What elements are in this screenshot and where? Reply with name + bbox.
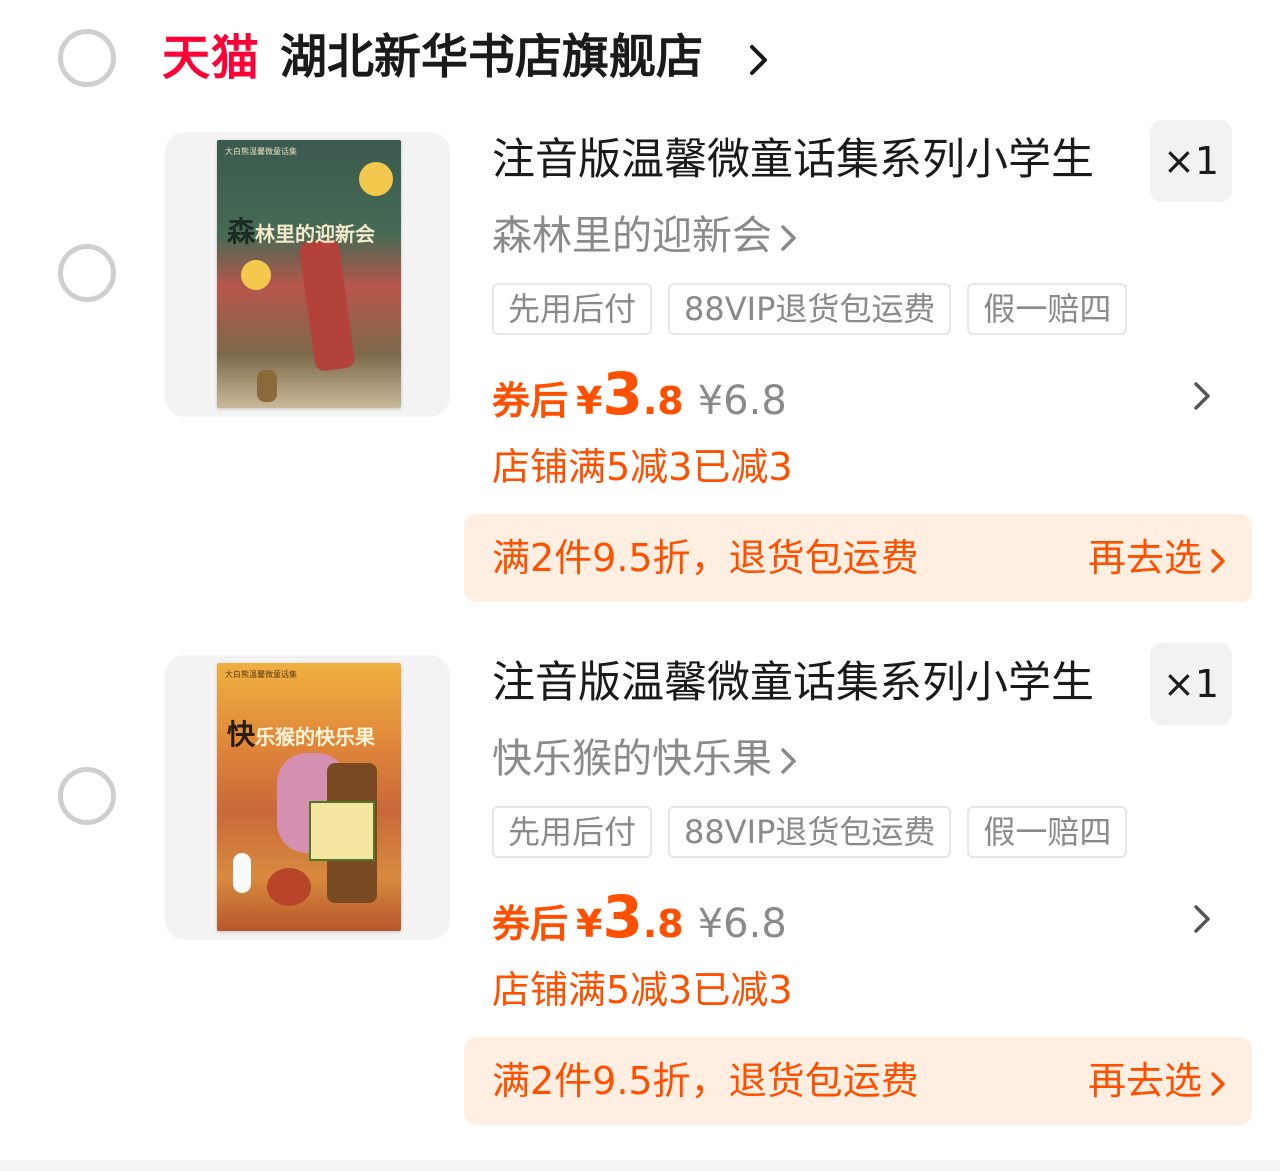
- currency-symbol: ¥: [576, 902, 603, 946]
- price-integer: 3: [602, 883, 643, 951]
- service-tags: 先用后付 88VIP退货包运费 假一赔四: [492, 283, 1128, 335]
- bottom-divider: [0, 1160, 1280, 1171]
- quantity-selector[interactable]: ×1: [1150, 120, 1232, 202]
- store-discount-text: 店铺满5减3已减3: [492, 968, 793, 1012]
- sku-label: 快乐猴的快乐果: [492, 736, 772, 782]
- sku-selector[interactable]: 快乐猴的快乐果: [492, 733, 798, 785]
- price-integer: 3: [602, 360, 643, 428]
- sku-label: 森林里的迎新会: [492, 213, 772, 259]
- sku-selector[interactable]: 森林里的迎新会: [492, 210, 798, 262]
- tag-88vip-return: 88VIP退货包运费: [668, 806, 952, 858]
- product-title[interactable]: 注音版温馨微童话集系列小学生: [492, 655, 1094, 711]
- product-title[interactable]: 注音版温馨微童话集系列小学生: [492, 132, 1094, 188]
- tag-fake-compensation: 假一赔四: [967, 806, 1128, 858]
- original-price: ¥6.8: [697, 378, 787, 424]
- item-select-radio[interactable]: [58, 244, 116, 302]
- quantity-selector[interactable]: ×1: [1150, 643, 1232, 725]
- cart-item: 大白熊温馨微童话集 快乐猴的快乐果 注音版温馨微童话集系列小学生 ×1 快乐猴的…: [0, 523, 1280, 1125]
- chevron-right-icon: [1211, 1071, 1225, 1096]
- chevron-right-icon[interactable]: [1192, 380, 1212, 412]
- promo-bar[interactable]: 满2件9.5折，退货包运费 再去选: [464, 1037, 1252, 1125]
- cover-title-initial: 快: [227, 718, 256, 751]
- product-thumbnail[interactable]: 大白熊温馨微童话集 森林里的迎新会: [165, 132, 450, 417]
- product-thumbnail[interactable]: 大白熊温馨微童话集 快乐猴的快乐果: [165, 655, 450, 940]
- original-price: ¥6.8: [697, 901, 787, 947]
- tag-fake-compensation: 假一赔四: [967, 283, 1128, 335]
- cart-item: 大白熊温馨微童话集 森林里的迎新会 注音版温馨微童话集系列小学生 ×1 森林里的…: [0, 0, 1280, 602]
- price-row[interactable]: 券后 ¥3.8 ¥6.8: [492, 360, 787, 430]
- promo-text: 满2件9.5折，退货包运费: [492, 1059, 919, 1103]
- chevron-right-icon[interactable]: [1192, 903, 1212, 935]
- store-discount-text: 店铺满5减3已减3: [492, 445, 793, 489]
- currency-symbol: ¥: [576, 379, 603, 423]
- book-cover-image: 大白熊温馨微童话集 森林里的迎新会: [217, 140, 401, 408]
- coupon-price-label: 券后: [492, 902, 569, 946]
- cover-title-text: 林里的迎新会: [255, 222, 376, 246]
- tag-88vip-return: 88VIP退货包运费: [668, 283, 952, 335]
- cover-title-initial: 森: [227, 215, 256, 248]
- chevron-right-icon: [781, 225, 796, 251]
- cart-page: 天猫 湖北新华书店旗舰店 大白熊温馨微童话集 森林里的迎新会 注音版温馨微童话集…: [0, 0, 1280, 1171]
- book-cover-image: 大白熊温馨微童话集 快乐猴的快乐果: [217, 663, 401, 931]
- service-tags: 先用后付 88VIP退货包运费 假一赔四: [492, 806, 1128, 858]
- promo-link-label: 再去选: [1087, 1059, 1202, 1103]
- cover-title-text: 乐猴的快乐果: [255, 725, 376, 749]
- price-row[interactable]: 券后 ¥3.8 ¥6.8: [492, 883, 787, 953]
- promo-go-select-link[interactable]: 再去选: [1088, 1055, 1226, 1107]
- tag-pay-later: 先用后付: [492, 283, 653, 335]
- price-decimal: .8: [642, 379, 684, 423]
- chevron-right-icon: [781, 748, 796, 774]
- tag-pay-later: 先用后付: [492, 806, 653, 858]
- price-decimal: .8: [642, 902, 684, 946]
- coupon-price-label: 券后: [492, 379, 569, 423]
- item-select-radio[interactable]: [58, 767, 116, 825]
